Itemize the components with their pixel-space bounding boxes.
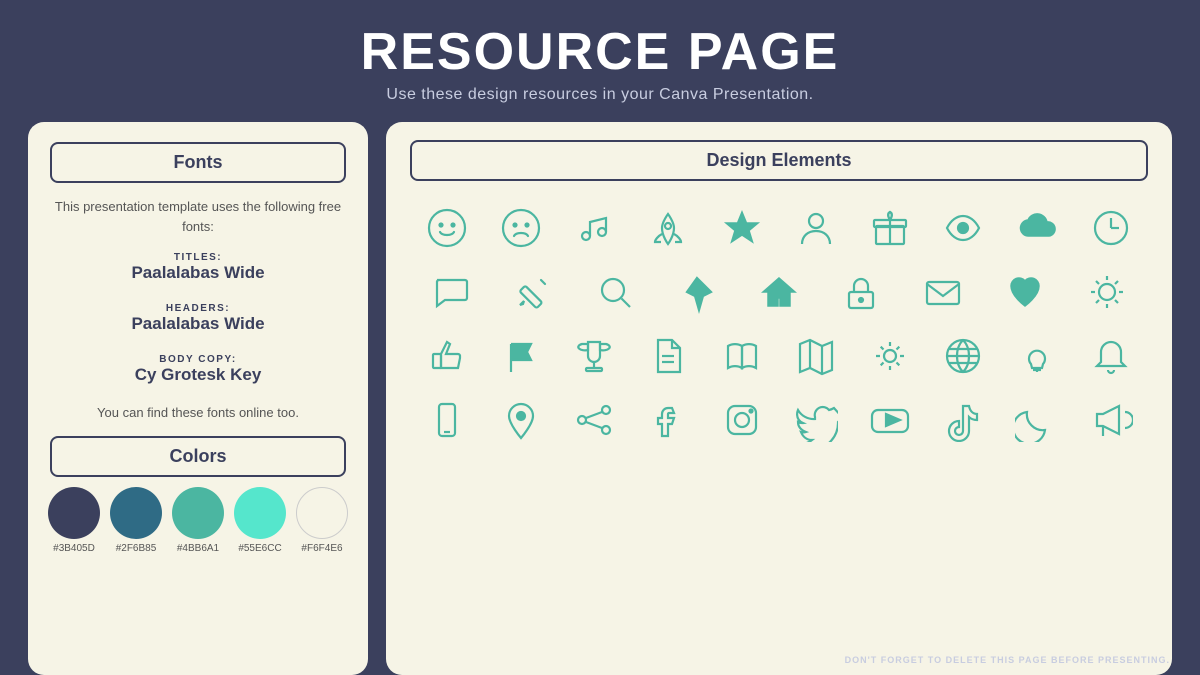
moon-icon (1006, 391, 1068, 449)
rocket-icon (637, 199, 699, 257)
icons-row-2 (410, 263, 1148, 321)
design-elements-heading: Design Elements (410, 140, 1148, 181)
icons-row-4 (410, 391, 1148, 449)
swatch-1: #3B405D (48, 487, 100, 554)
swatch-circle-1 (48, 487, 100, 539)
fonts-description: This presentation template uses the foll… (50, 197, 346, 236)
font-entry-headers: HEADERS: Paalalabas Wide (50, 303, 346, 334)
main-content: Fonts This presentation template uses th… (0, 122, 1200, 675)
map-icon (785, 327, 847, 385)
font-label-titles: TITLES: (50, 252, 346, 263)
swatch-2: #2F6B85 (110, 487, 162, 554)
swatch-5: #F6F4E6 (296, 487, 348, 554)
sun-icon (1076, 263, 1138, 321)
swatch-circle-4 (234, 487, 286, 539)
facebook-icon (637, 391, 699, 449)
page-subtitle: Use these design resources in your Canva… (0, 86, 1200, 104)
tiktok-icon (932, 391, 994, 449)
speech-bubble-icon (420, 263, 482, 321)
flag-icon (490, 327, 552, 385)
fonts-find-note: You can find these fonts online too. (50, 405, 346, 420)
colors-section: Colors #3B405D #2F6B85 #4BB6A1 #55E6CC (50, 436, 346, 554)
eye-icon (932, 199, 994, 257)
pencil-icon (502, 263, 564, 321)
font-name-headers: Paalalabas Wide (50, 314, 346, 334)
swatch-circle-3 (172, 487, 224, 539)
mail-icon (912, 263, 974, 321)
icons-row-1 (410, 199, 1148, 257)
clock-icon (1080, 199, 1142, 257)
open-book-icon (711, 327, 773, 385)
user-icon (785, 199, 847, 257)
globe-icon (932, 327, 994, 385)
star-icon (711, 199, 773, 257)
swatch-label-2: #2F6B85 (116, 543, 157, 554)
cloud-icon (1006, 199, 1068, 257)
swatch-label-1: #3B405D (53, 543, 95, 554)
footer-note: DON'T FORGET TO DELETE THIS PAGE BEFORE … (845, 655, 1170, 665)
location-pin-icon (490, 391, 552, 449)
lightbulb-icon (1006, 327, 1068, 385)
mobile-icon (416, 391, 478, 449)
sad-face-icon (490, 199, 552, 257)
music-note-icon (563, 199, 625, 257)
icons-grid (410, 199, 1148, 661)
home-icon (748, 263, 810, 321)
thumbs-up-icon (416, 327, 478, 385)
youtube-icon (859, 391, 921, 449)
font-entry-titles: TITLES: Paalalabas Wide (50, 252, 346, 283)
swatch-label-4: #55E6CC (238, 543, 281, 554)
font-name-body: Cy Grotesk Key (50, 365, 346, 385)
font-entry-body: BODY COPY: Cy Grotesk Key (50, 354, 346, 385)
pushpin-icon (666, 263, 728, 321)
font-label-headers: HEADERS: (50, 303, 346, 314)
gear-icon (859, 327, 921, 385)
color-swatches: #3B405D #2F6B85 #4BB6A1 #55E6CC #F6F4E6 (50, 487, 346, 554)
search-magnifier-icon (584, 263, 646, 321)
share-icon (563, 391, 625, 449)
left-panel: Fonts This presentation template uses th… (28, 122, 368, 675)
swatch-label-3: #4BB6A1 (177, 543, 219, 554)
fonts-heading: Fonts (50, 142, 346, 183)
twitter-icon (785, 391, 847, 449)
swatch-circle-2 (110, 487, 162, 539)
page-title: RESOURCE PAGE (0, 22, 1200, 82)
lock-icon (830, 263, 892, 321)
document-icon (637, 327, 699, 385)
swatch-circle-5 (296, 487, 348, 539)
icons-row-3 (410, 327, 1148, 385)
swatch-3: #4BB6A1 (172, 487, 224, 554)
instagram-icon (711, 391, 773, 449)
bell-icon (1080, 327, 1142, 385)
megaphone-icon (1080, 391, 1142, 449)
gift-icon (859, 199, 921, 257)
heart-icon (994, 263, 1056, 321)
trophy-icon (563, 327, 625, 385)
swatch-4: #55E6CC (234, 487, 286, 554)
colors-heading: Colors (50, 436, 346, 477)
right-panel: Design Elements (386, 122, 1172, 675)
page-header: RESOURCE PAGE Use these design resources… (0, 0, 1200, 112)
font-name-titles: Paalalabas Wide (50, 263, 346, 283)
smiley-icon (416, 199, 478, 257)
font-label-body: BODY COPY: (50, 354, 346, 365)
swatch-label-5: #F6F4E6 (301, 543, 342, 554)
